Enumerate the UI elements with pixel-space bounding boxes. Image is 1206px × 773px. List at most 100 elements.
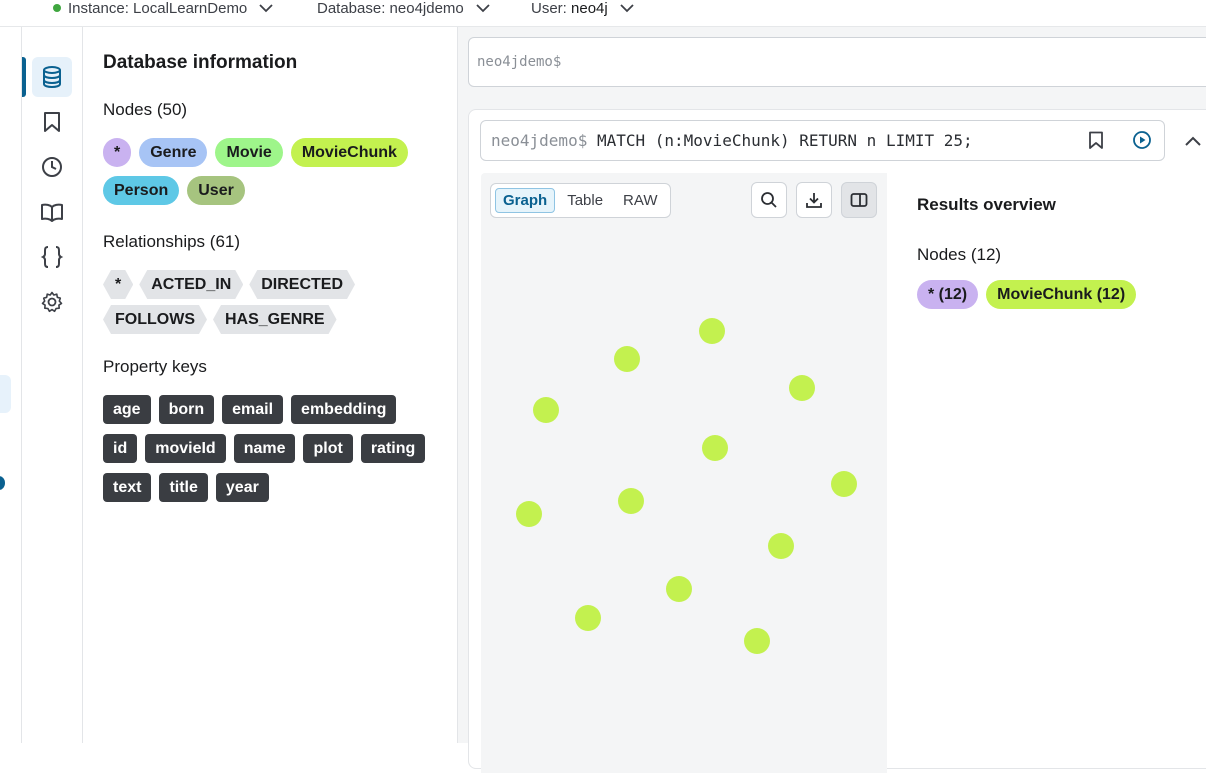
graph-node[interactable] (614, 346, 640, 372)
search-icon (761, 192, 777, 208)
node-label-chip-movie[interactable]: Movie (215, 138, 283, 167)
chevron-down-icon (259, 3, 273, 12)
nodes-title: Nodes (50) (103, 100, 188, 119)
property-key-chip-text[interactable]: text (103, 473, 152, 502)
guides-button[interactable] (32, 192, 72, 232)
bookmark-icon (1089, 131, 1103, 149)
toggle-overview-button[interactable] (841, 182, 877, 218)
property-key-chip-name[interactable]: name (233, 434, 296, 463)
property-key-chip-born[interactable]: born (158, 395, 215, 424)
relationships-title: Relationships (61) (103, 232, 241, 251)
graph-node[interactable] (768, 533, 794, 559)
property-key-chip-movieid[interactable]: movieId (145, 434, 226, 463)
node-label-chip-moviechunk[interactable]: MovieChunk (290, 138, 408, 167)
graph-view[interactable]: Graph Table RAW (481, 173, 887, 773)
graph-node[interactable] (516, 501, 542, 527)
relationship-types-list: * ACTED_IN DIRECTED FOLLOWS HAS_GENRE (103, 270, 393, 334)
connection-status-dot (53, 4, 61, 12)
relationship-chip-follows[interactable]: FOLLOWS (103, 305, 207, 334)
node-label-chip-genre[interactable]: Genre (139, 138, 208, 167)
top-bar: Instance: LocalLearnDemo Database: neo4j… (0, 0, 1206, 27)
settings-button[interactable] (32, 282, 72, 322)
property-key-chip-email[interactable]: email (222, 395, 284, 424)
chevron-down-icon (620, 3, 634, 12)
bookmark-icon (44, 112, 60, 132)
property-key-chip-title[interactable]: title (159, 473, 208, 502)
relationship-chip-directed[interactable]: DIRECTED (249, 270, 355, 299)
results-overview: Results overview Nodes (12) * (12) MovieC… (917, 195, 1137, 309)
collapse-result-button[interactable] (1178, 126, 1206, 156)
results-label-chip-moviechunk-12[interactable]: MovieChunk (12) (986, 280, 1137, 309)
property-key-chip-year[interactable]: year (215, 473, 269, 502)
query-prompt: neo4jdemo$ (491, 131, 588, 150)
database-info-button[interactable] (32, 57, 72, 97)
user-label: User: (531, 0, 567, 17)
database-information-panel: Database information Nodes (50) * Genre Mo… (83, 27, 458, 743)
user-selector[interactable]: User: neo4j (531, 0, 634, 17)
user-name: neo4j (571, 0, 608, 17)
run-query-button[interactable] (1127, 125, 1157, 155)
book-icon (41, 203, 63, 222)
chevron-up-icon (1185, 136, 1201, 146)
main-area: neo4jdemo$ neo4jdemo$ MATCH (n:MovieChun… (458, 27, 1206, 773)
cypher-editor[interactable]: neo4jdemo$ (468, 37, 1206, 87)
active-indicator (22, 57, 26, 97)
database-selector[interactable]: Database: neo4jdemo (317, 0, 490, 17)
braces-icon (40, 246, 64, 268)
database-label: Database: neo4jdemo (317, 0, 464, 17)
tab-table[interactable]: Table (559, 188, 611, 213)
query-history-button[interactable] (32, 147, 72, 187)
graph-node[interactable] (702, 435, 728, 461)
cypher-reference-button[interactable] (32, 237, 72, 277)
instance-label: Instance: LocalLearnDemo (68, 0, 248, 17)
results-overview-title: Results overview (917, 195, 1056, 214)
download-icon (806, 193, 822, 208)
strip-indicator (0, 476, 5, 490)
graph-node[interactable] (618, 488, 644, 514)
graph-node[interactable] (744, 628, 770, 654)
sidebar-panel-icon (850, 193, 868, 207)
relationship-chip-has-genre[interactable]: HAS_GENRE (213, 305, 337, 334)
result-query[interactable]: neo4jdemo$ MATCH (n:MovieChunk) RETURN n… (480, 120, 1165, 161)
property-key-chip-plot[interactable]: plot (303, 434, 353, 463)
property-key-chip-rating[interactable]: rating (360, 434, 426, 463)
save-query-button[interactable] (1081, 125, 1111, 155)
download-button[interactable] (796, 182, 832, 218)
graph-node[interactable] (789, 375, 815, 401)
left-strip (0, 27, 22, 743)
graph-node[interactable] (575, 605, 601, 631)
node-label-chip-user[interactable]: User (187, 176, 245, 205)
panel-title: Database information (103, 52, 298, 73)
property-key-chip-age[interactable]: age (103, 395, 151, 424)
instance-selector[interactable]: Instance: LocalLearnDemo (53, 0, 273, 17)
graph-node[interactable] (699, 318, 725, 344)
search-button[interactable] (751, 182, 787, 218)
node-label-chip-person[interactable]: Person (103, 176, 180, 205)
property-key-chip-id[interactable]: id (103, 434, 138, 463)
results-node-labels: * (12) MovieChunk (12) (917, 280, 1137, 309)
editor-prompt: neo4jdemo$ (477, 54, 562, 70)
play-circle-icon (1133, 131, 1151, 149)
tab-graph[interactable]: Graph (495, 188, 556, 213)
relationship-chip-all[interactable]: * (103, 270, 133, 299)
tab-raw[interactable]: RAW (615, 188, 665, 213)
property-keys-list: age born email embedding id movieId name plot ra… (103, 395, 433, 502)
relationship-chip-acted-in[interactable]: ACTED_IN (139, 270, 243, 299)
result-view-tabs: Graph Table RAW (490, 183, 671, 218)
property-key-chip-embedding[interactable]: embedding (291, 395, 397, 424)
strip-marker (0, 375, 11, 413)
database-icon (43, 66, 61, 89)
result-frame: neo4jdemo$ MATCH (n:MovieChunk) RETURN n… (468, 109, 1206, 773)
graph-node[interactable] (666, 576, 692, 602)
property-keys-title: Property keys (103, 357, 207, 376)
gear-icon (41, 291, 63, 313)
saved-cypher-button[interactable] (32, 102, 72, 142)
icon-rail (22, 27, 83, 743)
node-labels-list: * Genre Movie MovieChunk Person User (103, 138, 433, 205)
graph-node[interactable] (831, 471, 857, 497)
chevron-down-icon (476, 3, 490, 12)
node-label-chip-all[interactable]: * (103, 138, 132, 167)
results-label-chip-12[interactable]: * (12) (917, 280, 979, 309)
query-text: MATCH (n:MovieChunk) RETURN n LIMIT 25; (587, 131, 973, 150)
graph-node[interactable] (533, 397, 559, 423)
